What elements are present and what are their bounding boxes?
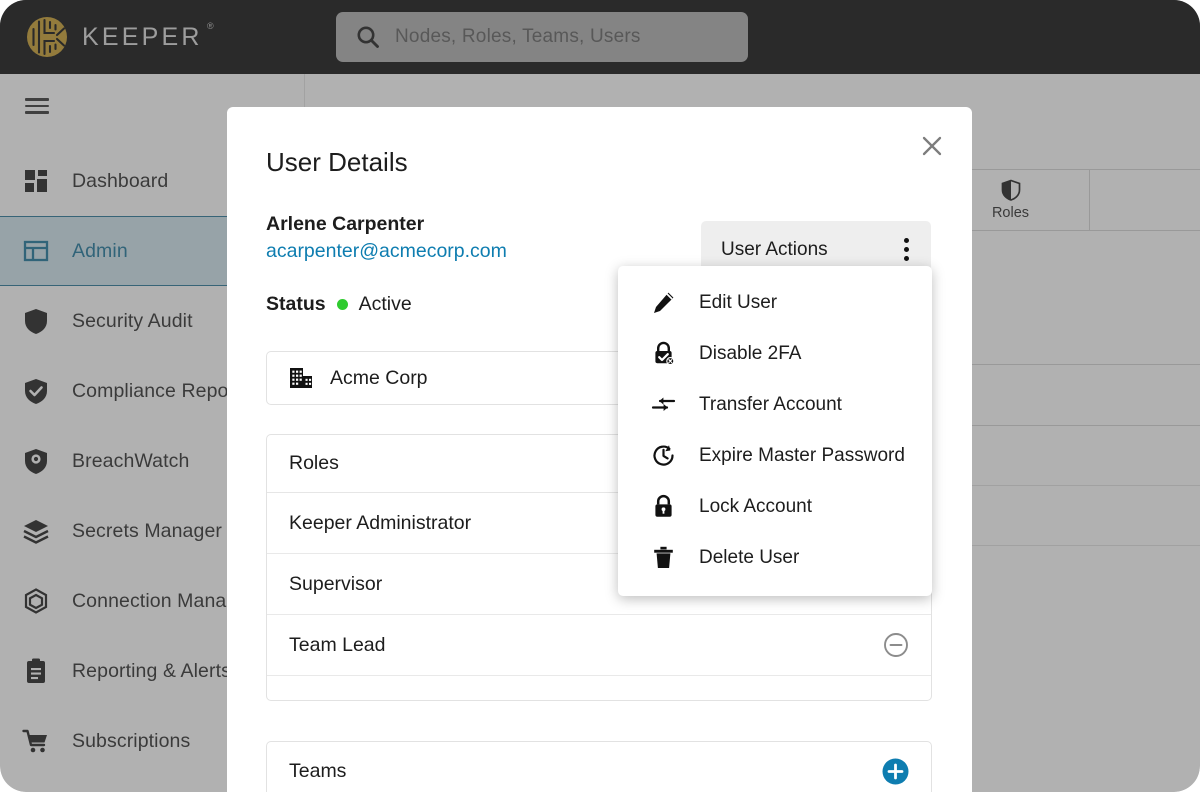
user-name: Arlene Carpenter bbox=[266, 213, 425, 235]
user-actions-dropdown: Edit User Disable 2FA Transfer Account E… bbox=[618, 266, 932, 596]
trash-icon bbox=[654, 546, 673, 568]
building-icon bbox=[290, 368, 312, 388]
menu-item-delete-user[interactable]: Delete User bbox=[618, 532, 932, 583]
teams-panel: Teams bbox=[266, 741, 932, 792]
lock-disable-icon bbox=[655, 341, 675, 366]
pencil-icon bbox=[654, 292, 674, 313]
kebab-dot bbox=[904, 238, 909, 243]
menu-item-label: Transfer Account bbox=[699, 393, 842, 415]
menu-item-disable-2fa[interactable]: Disable 2FA bbox=[618, 328, 932, 379]
menu-item-label: Delete User bbox=[699, 546, 800, 568]
transfer-arrows-icon bbox=[651, 397, 676, 411]
kebab-menu-icon bbox=[904, 238, 909, 261]
minus-circle-icon[interactable] bbox=[883, 632, 909, 658]
kebab-dot bbox=[904, 247, 909, 252]
role-label: Supervisor bbox=[289, 572, 383, 595]
teams-panel-header: Teams bbox=[267, 742, 931, 792]
menu-item-transfer-account[interactable]: Transfer Account bbox=[618, 379, 932, 430]
status-value: Active bbox=[358, 293, 412, 315]
role-label: Keeper Administrator bbox=[289, 511, 472, 534]
menu-item-label: Edit User bbox=[699, 291, 778, 313]
menu-item-edit-user[interactable]: Edit User bbox=[618, 277, 932, 328]
role-label: Team Lead bbox=[289, 633, 386, 656]
menu-item-expire-master-password[interactable]: Expire Master Password bbox=[618, 430, 932, 481]
menu-item-label: Lock Account bbox=[699, 495, 813, 517]
roles-panel-footer-pad bbox=[267, 676, 931, 700]
lock-icon bbox=[655, 494, 672, 517]
user-email-link[interactable]: acarpenter@acmecorp.com bbox=[266, 240, 507, 263]
status-dot-icon bbox=[336, 299, 348, 310]
menu-item-label: Expire Master Password bbox=[699, 444, 905, 466]
teams-panel-title: Teams bbox=[289, 759, 347, 782]
menu-item-lock-account[interactable]: Lock Account bbox=[618, 481, 932, 532]
app-root: KEEPER ® Nodes, Roles, Teams, Users Dash… bbox=[0, 0, 1200, 792]
kebab-dot bbox=[904, 256, 909, 261]
clock-history-icon bbox=[653, 445, 674, 466]
status-label: Status bbox=[266, 293, 326, 315]
plus-circle-icon[interactable] bbox=[882, 758, 909, 785]
close-icon[interactable] bbox=[918, 132, 946, 160]
user-actions-label: User Actions bbox=[721, 238, 828, 260]
node-label: Acme Corp bbox=[330, 366, 428, 389]
roles-panel-title: Roles bbox=[289, 452, 339, 474]
page-title: User Details bbox=[266, 147, 408, 177]
role-row[interactable]: Team Lead bbox=[267, 615, 931, 676]
menu-item-label: Disable 2FA bbox=[699, 342, 802, 364]
status-row: Status Active bbox=[266, 293, 412, 316]
